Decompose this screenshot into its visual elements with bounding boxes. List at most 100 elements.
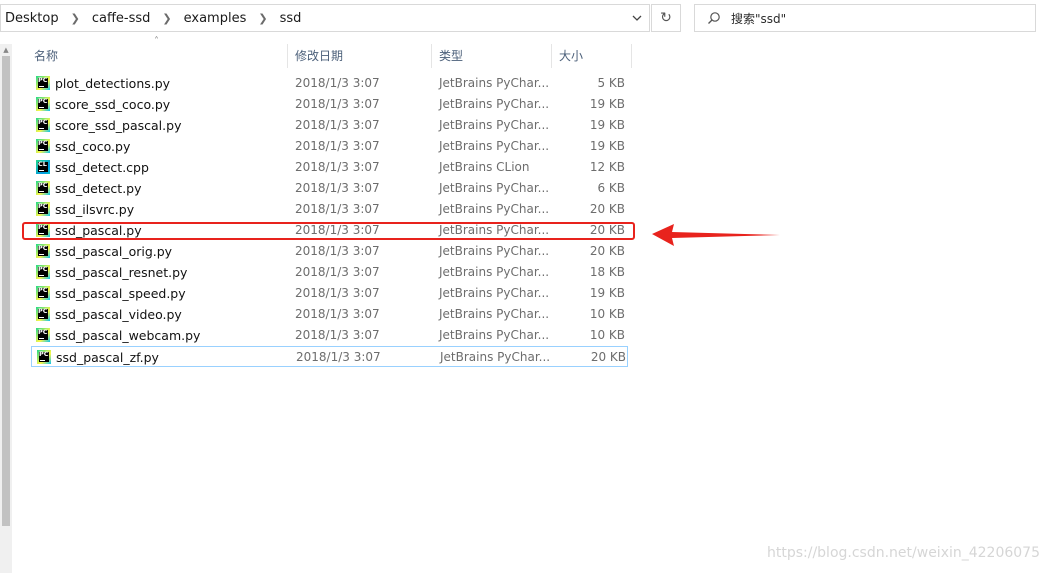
pycharm-icon: PC — [36, 265, 50, 279]
file-name: ssd_pascal_orig.py — [55, 244, 173, 259]
annotation-highlight-box — [22, 222, 635, 240]
file-name: plot_detections.py — [55, 76, 171, 91]
column-header-row: ˄ 名称 修改日期 类型 大小 — [26, 36, 636, 68]
file-size: 19 KB — [589, 286, 625, 300]
column-header-label: 大小 — [559, 48, 584, 63]
breadcrumb-examples[interactable]: examples — [180, 5, 251, 31]
file-date: 2018/1/3 3:07 — [295, 286, 380, 300]
file-date: 2018/1/3 3:07 — [295, 328, 380, 342]
file-type: JetBrains PyChar... — [439, 265, 550, 279]
file-row[interactable]: PC ssd_pascal_resnet.py 2018/1/3 3:07 JetBr… — [31, 262, 628, 283]
vertical-scrollbar[interactable]: ▲ — [0, 44, 12, 573]
pycharm-icon: PC — [36, 76, 50, 90]
file-type: JetBrains PyChar... — [439, 286, 550, 300]
breadcrumb-ssd[interactable]: ssd — [276, 5, 306, 31]
file-date: 2018/1/3 3:07 — [296, 350, 381, 364]
file-type: JetBrains PyChar... — [439, 139, 550, 153]
breadcrumb-desktop[interactable]: Desktop — [1, 5, 63, 31]
refresh-button[interactable]: ↻ — [651, 4, 681, 32]
file-size: 10 KB — [589, 328, 625, 342]
search-box[interactable]: 搜索"ssd" — [694, 4, 1036, 32]
chevron-down-icon[interactable] — [631, 12, 643, 24]
file-date: 2018/1/3 3:07 — [295, 181, 380, 195]
file-row[interactable]: PC plot_detections.py 2018/1/3 3:07 JetBrai… — [31, 73, 628, 94]
file-size: 19 KB — [589, 97, 625, 111]
column-header-type[interactable]: 类型 — [432, 42, 552, 68]
file-row[interactable]: PC ssd_ilsvrc.py 2018/1/3 3:07 JetBrains Py… — [31, 199, 628, 220]
file-date: 2018/1/3 3:07 — [295, 118, 380, 132]
refresh-icon: ↻ — [660, 10, 672, 26]
file-type: JetBrains PyChar... — [439, 202, 550, 216]
file-type: JetBrains PyChar... — [439, 76, 550, 90]
breadcrumb-label: Desktop — [5, 10, 59, 26]
file-date: 2018/1/3 3:07 — [295, 265, 380, 279]
pycharm-icon: PC — [36, 307, 50, 321]
chevron-right-icon[interactable]: ❯ — [71, 12, 80, 25]
pycharm-icon: PC — [36, 202, 50, 216]
file-size: 20 KB — [589, 244, 625, 258]
file-size: 5 KB — [597, 76, 625, 90]
column-header-name[interactable]: 名称 — [26, 42, 288, 68]
file-date: 2018/1/3 3:07 — [295, 160, 380, 174]
breadcrumb-label: ssd — [279, 10, 302, 26]
pycharm-icon: PC — [37, 350, 51, 364]
chevron-right-icon[interactable]: ❯ — [162, 12, 171, 25]
file-name: score_ssd_pascal.py — [55, 118, 182, 133]
file-row[interactable]: PC ssd_coco.py 2018/1/3 3:07 JetBrains PyCh… — [31, 136, 628, 157]
file-row[interactable]: PC ssd_pascal_video.py 2018/1/3 3:07 JetBra… — [31, 304, 628, 325]
file-row[interactable]: PC ssd_detect.py 2018/1/3 3:07 JetBrains Py… — [31, 178, 628, 199]
column-header-label: 类型 — [439, 48, 464, 63]
file-type: JetBrains PyChar... — [439, 118, 550, 132]
file-type: JetBrains PyChar... — [439, 244, 550, 258]
file-date: 2018/1/3 3:07 — [295, 139, 380, 153]
file-row[interactable]: PC score_ssd_coco.py 2018/1/3 3:07 JetBrain… — [31, 94, 628, 115]
scroll-up-icon[interactable]: ▲ — [2, 46, 10, 54]
file-size: 12 KB — [589, 160, 625, 174]
file-size: 20 KB — [589, 202, 625, 216]
file-name: ssd_pascal_speed.py — [55, 286, 186, 301]
file-name: ssd_detect.cpp — [55, 160, 149, 175]
search-icon — [708, 12, 720, 24]
file-date: 2018/1/3 3:07 — [295, 97, 380, 111]
file-row[interactable]: PC ssd_pascal_zf.py 2018/1/3 3:07 JetBrains… — [31, 346, 628, 367]
pycharm-icon: PC — [36, 181, 50, 195]
pycharm-icon: PC — [36, 328, 50, 342]
breadcrumb-caffe-ssd[interactable]: caffe-ssd — [88, 5, 155, 31]
file-type: JetBrains PyChar... — [440, 350, 551, 364]
scrollbar-thumb[interactable] — [2, 56, 10, 526]
file-date: 2018/1/3 3:07 — [295, 244, 380, 258]
file-size: 19 KB — [589, 139, 625, 153]
address-bar[interactable]: Desktop ❯ caffe-ssd ❯ examples ❯ ssd — [0, 4, 650, 32]
file-name: ssd_coco.py — [55, 139, 131, 154]
file-row[interactable]: CL ssd_detect.cpp 2018/1/3 3:07 JetBrains C… — [31, 157, 628, 178]
breadcrumb-label: caffe-ssd — [91, 10, 151, 26]
pycharm-icon: PC — [36, 223, 50, 237]
file-type: JetBrains PyChar... — [439, 307, 550, 321]
chevron-right-icon[interactable]: ❯ — [258, 12, 267, 25]
file-row[interactable]: PC ssd_pascal_orig.py 2018/1/3 3:07 JetBrai… — [31, 241, 628, 262]
file-date: 2018/1/3 3:07 — [295, 202, 380, 216]
column-header-modified[interactable]: 修改日期 — [288, 42, 432, 68]
file-row[interactable]: PC score_ssd_pascal.py 2018/1/3 3:07 JetBra… — [31, 115, 628, 136]
file-row[interactable]: PC ssd_pascal_speed.py 2018/1/3 3:07 JetBra… — [31, 283, 628, 304]
file-name: score_ssd_coco.py — [55, 97, 171, 112]
clion-icon: CL — [36, 160, 50, 174]
file-date: 2018/1/3 3:07 — [295, 76, 380, 90]
search-placeholder: 搜索"ssd" — [731, 11, 787, 26]
file-row[interactable]: PC ssd_pascal_webcam.py 2018/1/3 3:07 JetBr… — [31, 325, 628, 346]
column-header-label: 名称 — [34, 48, 59, 63]
file-name: ssd_pascal_video.py — [55, 307, 182, 322]
file-name: ssd_pascal_zf.py — [56, 350, 159, 365]
file-name: ssd_detect.py — [55, 181, 142, 196]
column-header-label: 修改日期 — [295, 48, 344, 63]
file-size: 10 KB — [589, 307, 625, 321]
pycharm-icon: PC — [36, 118, 50, 132]
file-date: 2018/1/3 3:07 — [295, 307, 380, 321]
file-size: 20 KB — [590, 350, 626, 364]
file-size: 6 KB — [597, 181, 625, 195]
pycharm-icon: PC — [36, 97, 50, 111]
file-size: 19 KB — [589, 118, 625, 132]
column-header-size[interactable]: 大小 — [552, 42, 632, 68]
pycharm-icon: PC — [36, 139, 50, 153]
file-name: ssd_ilsvrc.py — [55, 202, 135, 217]
